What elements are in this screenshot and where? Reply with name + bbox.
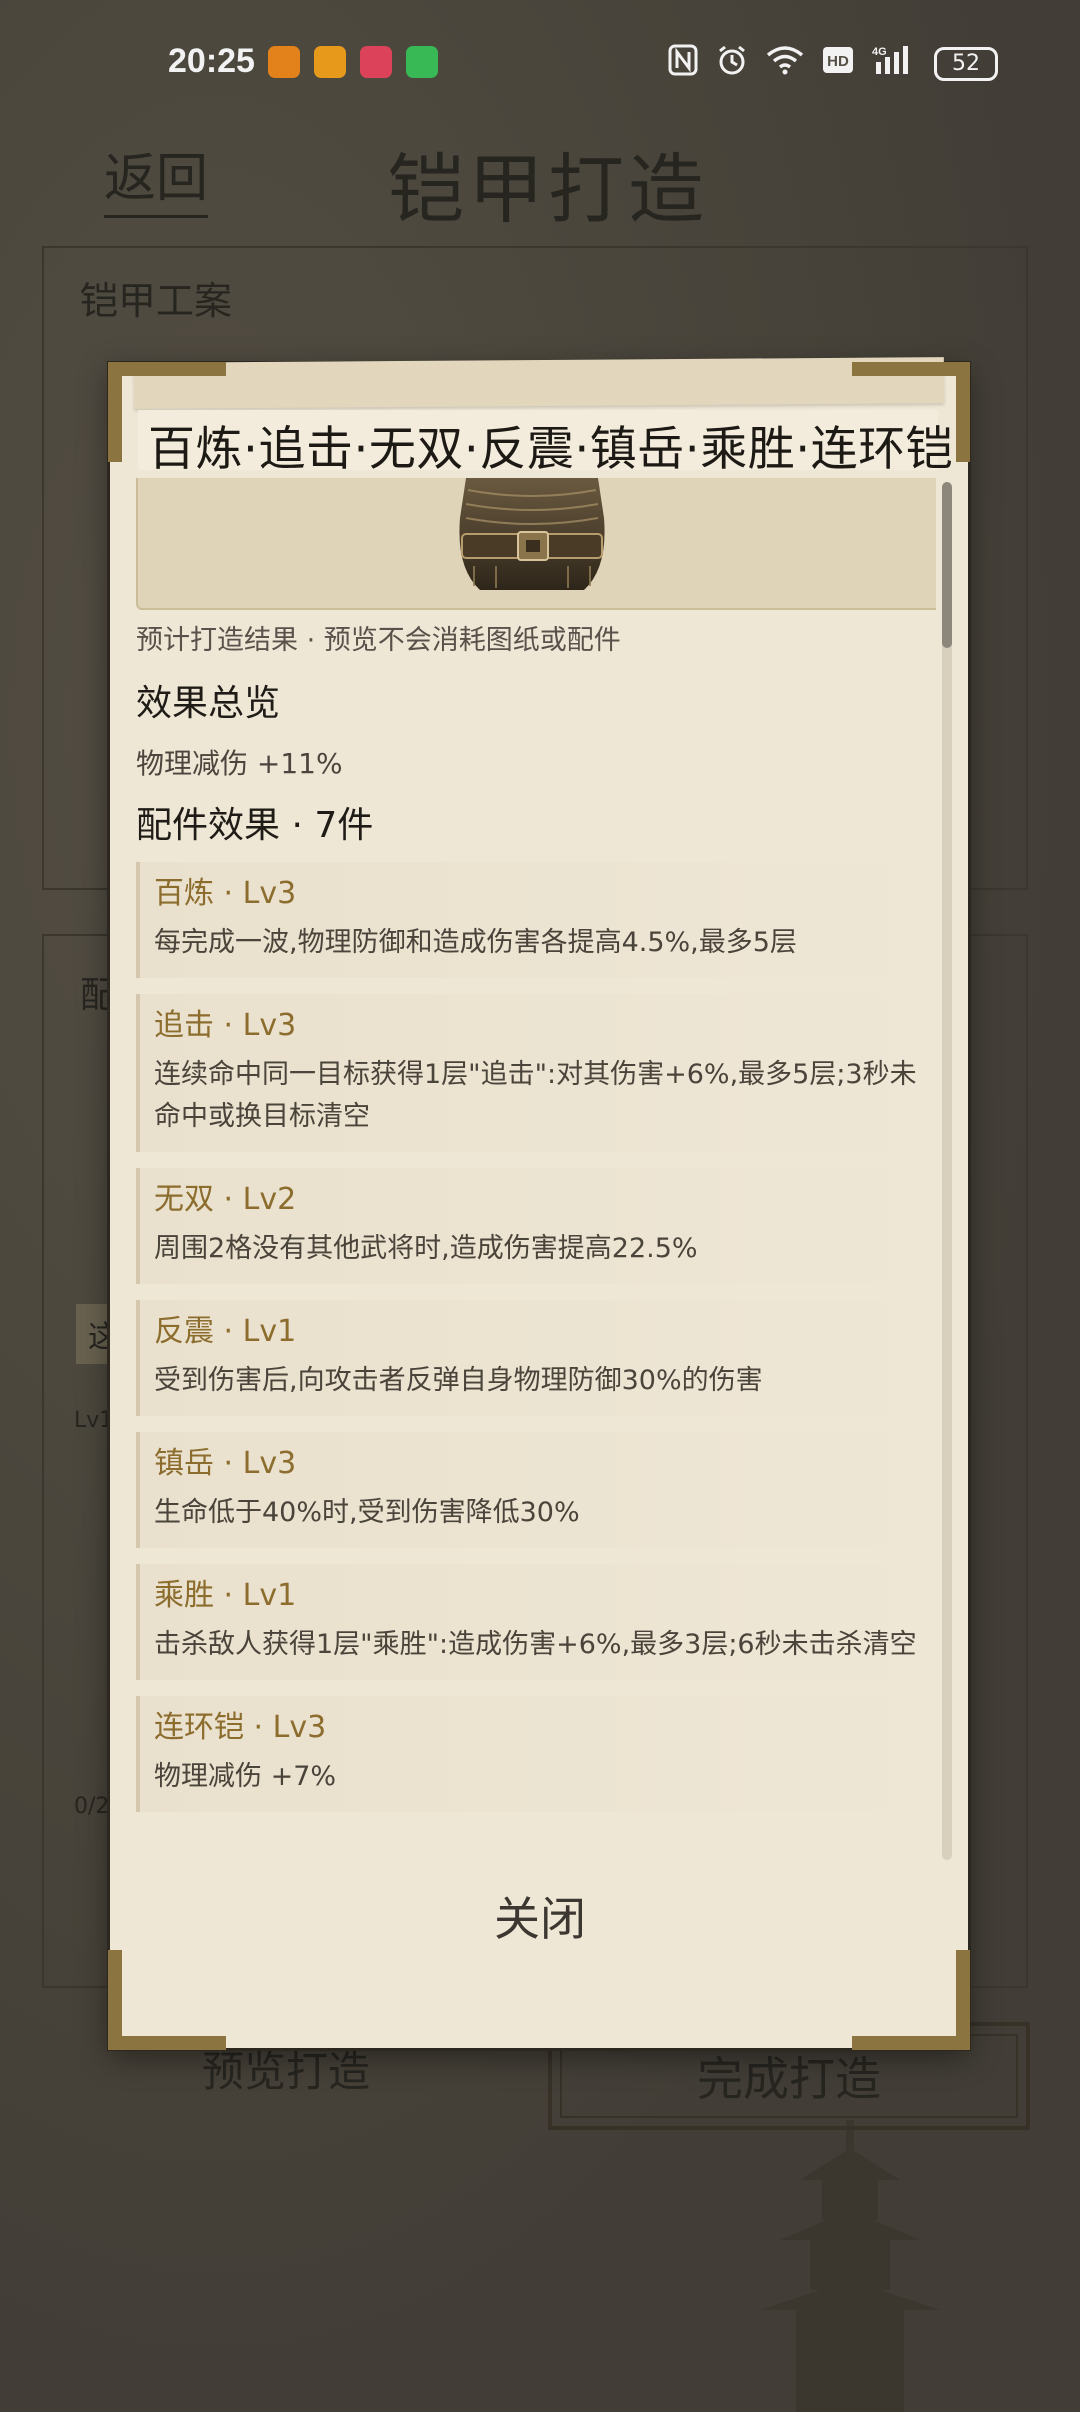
- armor-preview-box: [136, 478, 936, 610]
- effect-description: 受到伤害后,向攻击者反弹自身物理防御30%的伤害: [154, 1365, 763, 1396]
- effect-description: 每完成一波,物理防御和造成伤害各提高4.5%,最多5层: [154, 927, 797, 958]
- scrollbar-track[interactable]: [942, 482, 952, 1860]
- effect-item: 无双 · Lv2 周围2格没有其他武将时,造成伤害提高22.5%: [136, 1168, 936, 1284]
- effects-list: 百炼 · Lv3 每完成一波,物理防御和造成伤害各提高4.5%,最多5层 追击 …: [136, 862, 936, 1828]
- effect-description: 连续命中同一目标获得1层"追击":对其伤害+6%,最多5层;3秒未命中或换目标清…: [154, 1059, 917, 1132]
- effect-name: 反震 · Lv1: [154, 1314, 297, 1349]
- effect-item: 镇岳 · Lv3 生命低于40%时,受到伤害降低30%: [136, 1432, 936, 1548]
- effect-item: 乘胜 · Lv1 击杀敌人获得1层"乘胜":造成伤害+6%,最多3层;6秒未击杀…: [136, 1564, 936, 1680]
- effect-name: 追击 · Lv3: [154, 1008, 297, 1043]
- effect-name: 无双 · Lv2: [154, 1182, 297, 1217]
- effect-description: 物理减伤 +7%: [154, 1761, 337, 1792]
- corner-ornament: [108, 1950, 226, 2050]
- effect-item: 百炼 · Lv3 每完成一波,物理防御和造成伤害各提高4.5%,最多5层: [136, 862, 936, 978]
- dialog-scroll-area[interactable]: 预计打造结果 · 预览不会消耗图纸或配件 效果总览 物理减伤 +11% 配件效果…: [136, 478, 936, 1854]
- overview-value: 物理减伤 +11%: [136, 747, 343, 780]
- effect-description: 击杀敌人获得1层"乘胜":造成伤害+6%,最多3层;6秒未击杀清空: [154, 1629, 917, 1660]
- armor-image: [459, 478, 605, 590]
- effect-name: 乘胜 · Lv1: [154, 1578, 297, 1613]
- effect-item: 追击 · Lv3 连续命中同一目标获得1层"追击":对其伤害+6%,最多5层;3…: [136, 994, 936, 1152]
- dialog-title: 百炼·追击·无双·反震·镇岳·乘胜·连环铠: [138, 410, 953, 477]
- crafting-preview-dialog: 百炼·追击·无双·反震·镇岳·乘胜·连环铠 预计打造结果 · 预览不会消耗图纸或…: [108, 357, 970, 2050]
- effect-description: 生命低于40%时,受到伤害降低30%: [154, 1497, 580, 1528]
- corner-ornament: [852, 1950, 970, 2050]
- effect-name: 百炼 · Lv3: [154, 876, 297, 911]
- effect-item: 反震 · Lv1 受到伤害后,向攻击者反弹自身物理防御30%的伤害: [136, 1300, 936, 1416]
- paper-edge: [133, 357, 945, 409]
- effect-description: 周围2格没有其他武将时,造成伤害提高22.5%: [154, 1233, 698, 1264]
- dialog-title-text: 百炼·追击·无双·反震·镇岳·乘胜·连环铠: [148, 422, 954, 477]
- effect-name: 连环铠 · Lv3: [154, 1710, 327, 1745]
- close-button[interactable]: 关闭: [450, 1886, 630, 1950]
- effect-item: 连环铠 · Lv3 物理减伤 +7%: [136, 1696, 936, 1812]
- effect-name: 镇岳 · Lv3: [154, 1446, 297, 1481]
- preview-note: 预计打造结果 · 预览不会消耗图纸或配件: [136, 625, 621, 656]
- parts-effects-heading: 配件效果 · 7件: [136, 805, 374, 846]
- scrollbar-thumb[interactable]: [942, 482, 952, 648]
- overview-heading: 效果总览: [136, 683, 281, 724]
